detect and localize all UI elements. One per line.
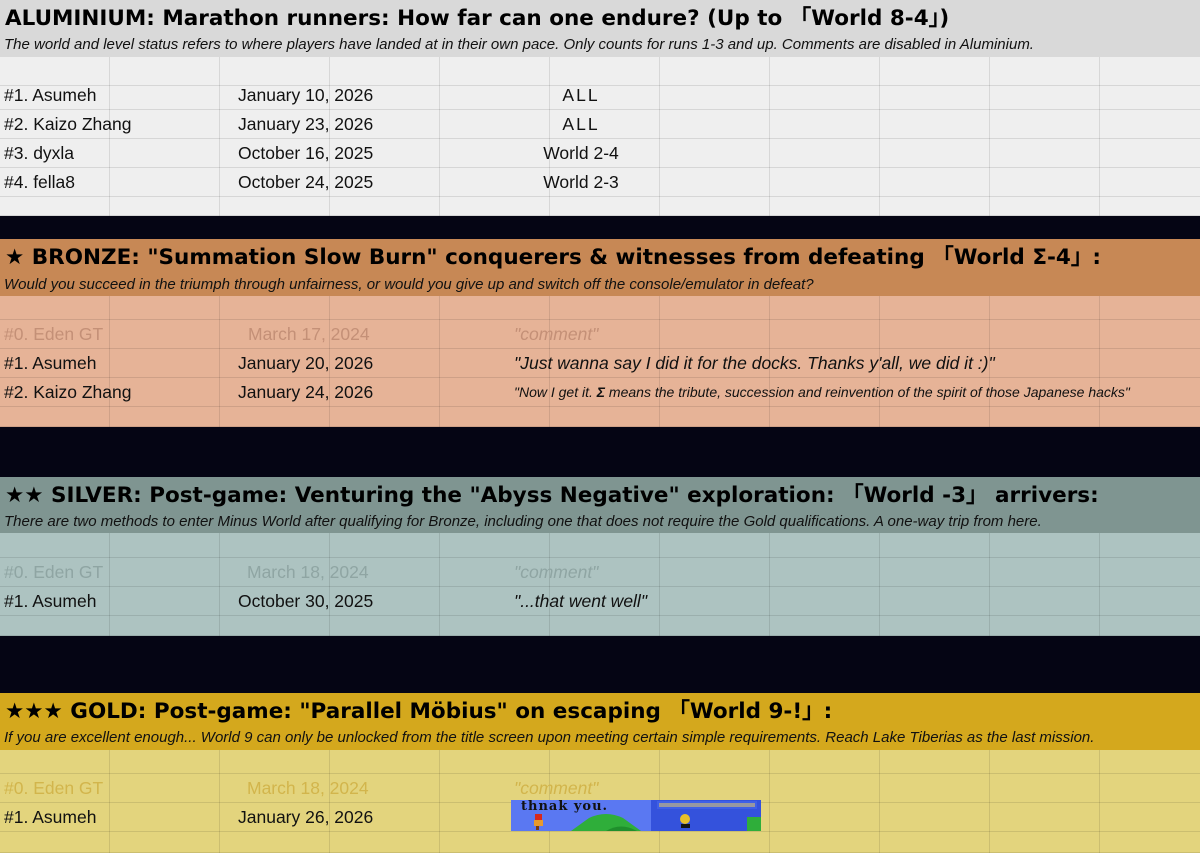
- table-row[interactable]: #1. Asumeh January 10, 2026 ALL: [0, 81, 1200, 110]
- date-cell: October 30, 2025: [238, 591, 374, 611]
- date-cell: March 18, 2024: [247, 778, 369, 798]
- gold-header: ★★★ GOLD: Post-game: "Parallel Möbius" o…: [0, 693, 1200, 725]
- section-separator: [0, 216, 1200, 239]
- image-caption: thnak you.: [521, 800, 609, 814]
- date-cell: January 10, 2026: [238, 85, 374, 105]
- bronze-title-start: ★ BRONZE: "Summation Slow Burn" conquere…: [5, 245, 1033, 270]
- date-cell: March 17, 2024: [248, 324, 370, 344]
- bronze-section: ★ BRONZE: "Summation Slow Burn" conquere…: [0, 239, 1200, 427]
- silver-title: ★★ SILVER: Post-game: Venturing the "Aby…: [5, 483, 1099, 508]
- gold-title: ★★★ GOLD: Post-game: "Parallel Möbius" o…: [5, 698, 833, 724]
- comment-cell: "...that went well": [514, 591, 648, 611]
- table-row[interactable]: [0, 407, 1200, 427]
- table-row[interactable]: [0, 197, 1200, 216]
- date-cell: October 24, 2025: [238, 172, 374, 192]
- comment-sigma: Σ: [596, 384, 606, 400]
- table-row[interactable]: #0. Eden GT March 18, 2024 "comment": [0, 558, 1200, 587]
- status-cell: ALL: [562, 85, 600, 105]
- player-name: #4. fella8: [4, 172, 76, 192]
- table-row[interactable]: #2. Kaizo Zhang January 23, 2026 ALL: [0, 110, 1200, 139]
- comment-cell: "comment": [514, 562, 599, 582]
- table-row[interactable]: #0. Eden GT March 18, 2024 "comment": [0, 774, 1200, 803]
- aluminium-header: ALUMINIUM: Marathon runners: How far can…: [0, 0, 1200, 32]
- status-cell: World 2-4: [543, 143, 619, 163]
- bronze-title: ★ BRONZE: "Summation Slow Burn" conquere…: [5, 240, 1101, 271]
- bronze-subheader: Would you succeed in the triumph through…: [0, 272, 1200, 296]
- date-cell: January 20, 2026: [238, 353, 374, 373]
- comment-text-end: means the tribute, succession and reinve…: [605, 384, 1130, 400]
- table-row[interactable]: [0, 296, 1200, 320]
- table-row[interactable]: #4. fella8 October 24, 2025 World 2-3: [0, 168, 1200, 197]
- player-name: #1. Asumeh: [4, 591, 97, 611]
- section-separator: [0, 427, 1200, 477]
- aluminium-section: ALUMINIUM: Marathon runners: How far can…: [0, 0, 1200, 216]
- aluminium-subtitle: The world and level status refers to whe…: [4, 36, 1034, 53]
- player-name: #2. Kaizo Zhang: [4, 382, 132, 402]
- silver-section: ★★ SILVER: Post-game: Venturing the "Aby…: [0, 477, 1200, 636]
- player-name: #0. Eden GT: [4, 562, 104, 582]
- date-cell: January 26, 2026: [238, 807, 374, 827]
- table-row[interactable]: [0, 533, 1200, 558]
- date-cell: October 16, 2025: [238, 143, 374, 163]
- silver-subtitle: There are two methods to enter Minus Wor…: [4, 513, 1042, 530]
- bronze-title-sigma: Σ: [1032, 245, 1047, 270]
- bronze-subtitle: Would you succeed in the triumph through…: [4, 275, 814, 293]
- player-name: #1. Asumeh: [4, 353, 97, 373]
- player-name: #3. dyxla: [4, 143, 75, 163]
- gold-subheader: If you are excellent enough... World 9 c…: [0, 725, 1200, 750]
- date-cell: March 18, 2024: [247, 562, 369, 582]
- player-name: #0. Eden GT: [4, 324, 104, 344]
- silver-header: ★★ SILVER: Post-game: Venturing the "Aby…: [0, 477, 1200, 510]
- table-row[interactable]: [0, 616, 1200, 636]
- comment-text-start: "Now I get it.: [514, 384, 597, 400]
- table-row[interactable]: #1. Asumeh October 30, 2025 "...that wen…: [0, 587, 1200, 616]
- bronze-header: ★ BRONZE: "Summation Slow Burn" conquere…: [0, 239, 1200, 272]
- status-cell: World 2-3: [543, 172, 619, 192]
- player-name: #1. Asumeh: [4, 85, 97, 105]
- game-screenshot-image[interactable]: thnak you.: [511, 800, 761, 831]
- comment-cell: "Just wanna say I did it for the docks. …: [514, 353, 995, 373]
- aluminium-title: ALUMINIUM: Marathon runners: How far can…: [5, 5, 950, 31]
- table-row[interactable]: #3. dyxla October 16, 2025 World 2-4: [0, 139, 1200, 168]
- table-row[interactable]: [0, 832, 1200, 853]
- silver-subheader: There are two methods to enter Minus Wor…: [0, 510, 1200, 533]
- status-cell: ALL: [562, 114, 600, 134]
- comment-cell: "Now I get it. Σ means the tribute, succ…: [514, 378, 1130, 406]
- table-row[interactable]: #1. Asumeh January 20, 2026 "Just wanna …: [0, 349, 1200, 378]
- gold-subtitle: If you are excellent enough... World 9 c…: [4, 729, 1095, 746]
- table-row[interactable]: [0, 750, 1200, 774]
- date-cell: January 23, 2026: [238, 114, 374, 134]
- player-name: #0. Eden GT: [4, 778, 104, 798]
- comment-cell: "comment": [514, 324, 599, 344]
- bronze-title-end: -4」:: [1047, 245, 1101, 270]
- comment-cell: "comment": [514, 778, 599, 798]
- player-name: #2. Kaizo Zhang: [4, 114, 132, 134]
- date-cell: January 24, 2026: [238, 382, 374, 402]
- section-separator: [0, 636, 1200, 693]
- table-row[interactable]: #2. Kaizo Zhang January 24, 2026 "Now I …: [0, 378, 1200, 407]
- aluminium-subheader: The world and level status refers to whe…: [0, 32, 1200, 57]
- player-name: #1. Asumeh: [4, 807, 97, 827]
- table-row[interactable]: #0. Eden GT March 17, 2024 "comment": [0, 320, 1200, 349]
